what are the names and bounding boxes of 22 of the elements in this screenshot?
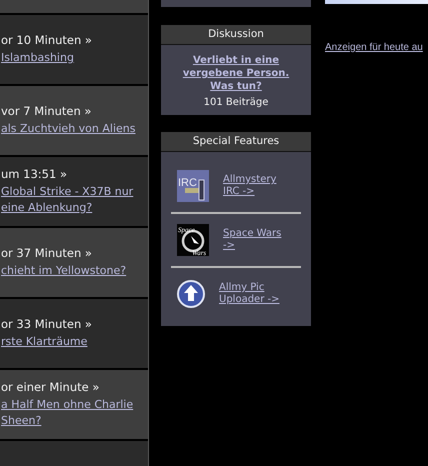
thread-link[interactable]: als Zuchtvieh von Aliens [1,121,136,137]
time-label: or 10 Minuten » [1,33,92,47]
post-count: 101 Beiträge [204,97,268,108]
thread-link[interactable]: Islambashing [1,50,74,66]
time-label: or einer Minute » [1,380,100,394]
thread-link[interactable]: Global Strike - X37B nur eine Ablenkung? [1,184,134,216]
time-label: or 37 Minuten » [1,246,92,260]
time-label: vor 7 Minuten » [1,104,92,118]
panel-title: Diskussion [161,25,311,45]
feature-link[interactable]: Allmy Pic Uploader -> [219,282,280,306]
panel-title: Special Features [161,132,311,152]
ads-link[interactable]: Anzeigen für heute au [325,42,428,53]
thread-link[interactable]: a Half Men ohne Charlie Sheen? [1,397,134,429]
feature-link[interactable]: Allmystery IRC -> [223,174,276,198]
topic-link[interactable]: Verliebt in eine vergebene Person. Was tun? [182,54,290,93]
upload-icon[interactable] [177,280,205,308]
feature-link[interactable]: Space Wars -> [223,228,282,252]
time-label: or 33 Minuten » [1,317,92,331]
plug-icon[interactable]: IRC [177,170,209,202]
thread-link[interactable]: rste Klarträume [1,334,88,350]
thread-link[interactable]: chieht im Yellowstone? [1,263,126,279]
time-label: um 13:51 » [1,167,67,181]
